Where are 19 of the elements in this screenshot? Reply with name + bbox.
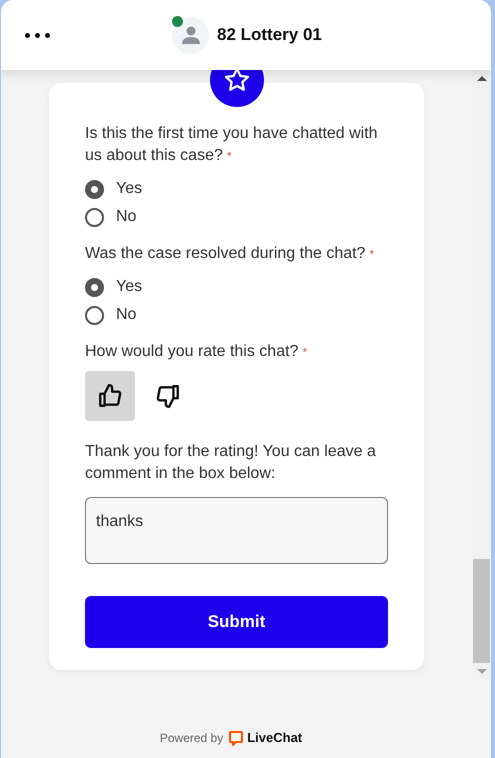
person-icon: [180, 25, 200, 45]
comment-prompt: Thank you for the rating! You can leave a comment in the box below:: [85, 442, 377, 484]
question-label: Was the case resolved during the chat? *: [85, 244, 376, 264]
comment-field[interactable]: thanks: [85, 497, 388, 564]
radio-option[interactable]: Yes: [85, 273, 388, 301]
thumbs-up-button[interactable]: [85, 371, 135, 421]
question-label: How would you rate this chat? *: [85, 342, 308, 362]
livechat-link[interactable]: LiveChat: [229, 728, 302, 748]
chat-bubble-icon: [229, 730, 244, 746]
submit-button[interactable]: Submit: [85, 596, 388, 648]
radio-option[interactable]: Yes: [85, 175, 388, 203]
thumbs-down-icon: [155, 383, 181, 409]
radio-option[interactable]: No: [85, 203, 388, 231]
menu-icon[interactable]: [25, 32, 50, 38]
radio-option[interactable]: No: [85, 301, 388, 329]
thumbs-up-icon: [97, 383, 123, 409]
question-label: Is this the first time you have chatted with us about this case? *: [85, 124, 379, 166]
agent-name: 82 Lottery 01: [217, 24, 322, 46]
powered-by-text: Powered by: [160, 730, 224, 747]
